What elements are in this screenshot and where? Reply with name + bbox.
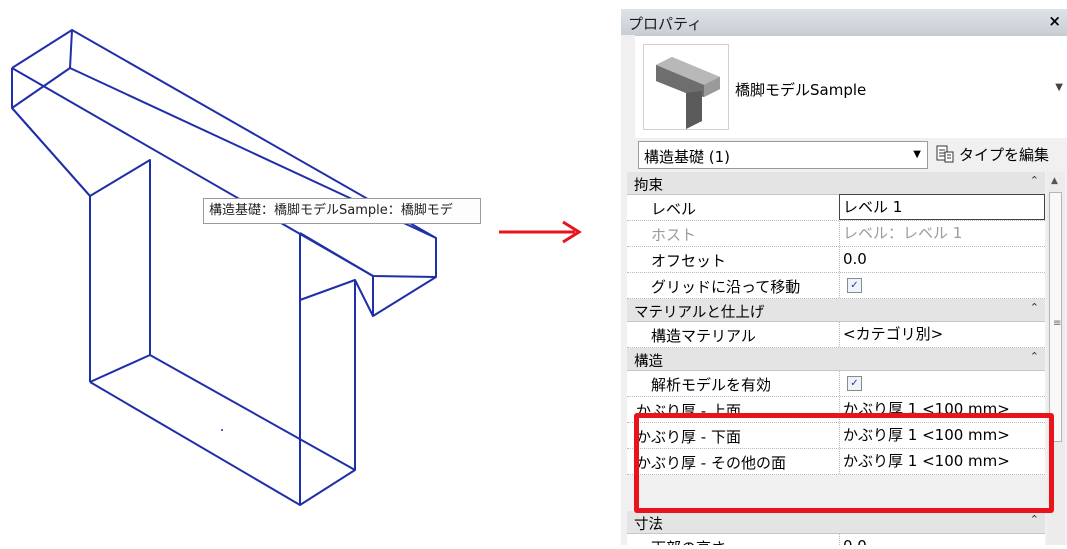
- analytic-cell: ✓: [839, 371, 1045, 396]
- section-materials[interactable]: マテリアルと仕上げ ⌃: [627, 299, 1045, 322]
- grid-move-cell: ✓: [839, 273, 1045, 298]
- material-value-field[interactable]: <カテゴリ別>: [839, 322, 1045, 347]
- instance-filter-value: 構造基礎 (1): [644, 148, 731, 166]
- property-label: ホスト: [651, 226, 697, 244]
- property-label: かぶり厚 - その他の面: [636, 454, 786, 472]
- type-selector[interactable]: 橋脚モデルSample ▼: [635, 35, 1067, 138]
- property-row-grid-move[interactable]: グリッドに沿って移動 ✓: [627, 273, 1045, 299]
- grid-move-checkbox[interactable]: ✓: [847, 278, 862, 293]
- collapse-icon[interactable]: ⌃: [1030, 350, 1039, 363]
- property-row-material[interactable]: 構造マテリアル <カテゴリ別>: [627, 322, 1045, 348]
- property-label: オフセット: [651, 252, 727, 270]
- analytic-checkbox[interactable]: ✓: [847, 376, 862, 391]
- property-label: 下部の高さ: [651, 537, 726, 545]
- close-icon[interactable]: ×: [1048, 12, 1061, 30]
- instance-filter-dropdown[interactable]: 構造基礎 (1) ▼: [638, 141, 928, 169]
- section-constraints[interactable]: 拘束 ⌃: [627, 172, 1045, 195]
- scroll-up-icon[interactable]: ▲: [1051, 176, 1058, 186]
- bottom-height-value-field[interactable]: 0.0: [839, 534, 1045, 545]
- property-row-cover-bottom[interactable]: かぶり厚 - 下面 かぶり厚 1 <100 mm>: [627, 423, 1045, 449]
- section-dimensions[interactable]: 寸法 ⌃: [627, 511, 1045, 534]
- property-row-level[interactable]: レベル レベル 1: [627, 194, 1045, 221]
- section-label: 寸法: [634, 517, 663, 533]
- scroll-thumb[interactable]: ≡: [1049, 192, 1062, 442]
- host-value: レベル：レベル 1: [839, 221, 1045, 246]
- properties-palette: プロパティ × 橋脚モデルSample ▼ 構造基礎 (1) ▼ タイプを編集 …: [621, 9, 1067, 545]
- property-row-cover-other[interactable]: かぶり厚 - その他の面 かぶり厚 1 <100 mm>: [627, 449, 1045, 475]
- edit-type-label: タイプを編集: [959, 146, 1050, 164]
- property-label: レベル: [651, 200, 697, 218]
- cover-bottom-value-field[interactable]: かぶり厚 1 <100 mm>: [839, 423, 1045, 448]
- section-structure[interactable]: 構造 ⌃: [627, 348, 1045, 371]
- level-value-field[interactable]: レベル 1: [839, 194, 1045, 220]
- cover-top-value-field[interactable]: かぶり厚 1 <100 mm>: [839, 397, 1045, 422]
- collapse-icon[interactable]: ⌃: [1030, 174, 1039, 187]
- property-row-bottom-height[interactable]: 下部の高さ 0.0: [627, 534, 1045, 545]
- cover-other-value-field[interactable]: かぶり厚 1 <100 mm>: [839, 449, 1045, 474]
- property-row-host: ホスト レベル：レベル 1: [627, 221, 1045, 247]
- type-thumbnail: [643, 44, 729, 130]
- collapse-icon[interactable]: ⌃: [1030, 513, 1039, 526]
- property-label: 解析モデルを有効: [651, 376, 772, 394]
- palette-title: プロパティ: [628, 15, 703, 33]
- offset-value-field[interactable]: 0.0: [839, 247, 1045, 272]
- property-row-offset[interactable]: オフセット 0.0: [627, 247, 1045, 273]
- chevron-down-icon[interactable]: ▼: [913, 149, 921, 160]
- property-row-cover-top[interactable]: かぶり厚 - 上面 かぶり厚 1 <100 mm>: [627, 397, 1045, 423]
- property-label: かぶり厚 - 上面: [636, 402, 741, 420]
- element-tooltip: 構造基礎：橋脚モデルSample：橋脚モデ: [203, 198, 481, 224]
- section-label: マテリアルと仕上げ: [634, 305, 765, 321]
- edit-type-icon: [936, 145, 954, 163]
- pier-thumbnail-icon: [656, 57, 720, 129]
- model-viewport[interactable]: 構造基礎：橋脚モデルSample：橋脚モデ: [0, 0, 500, 545]
- section-label: 拘束: [634, 178, 663, 194]
- property-label: グリッドに沿って移動: [651, 278, 801, 296]
- type-name: 橋脚モデルSample: [735, 81, 867, 99]
- arrow-right-icon: [499, 220, 582, 244]
- palette-title-bar[interactable]: プロパティ ×: [621, 9, 1067, 35]
- property-label: 構造マテリアル: [651, 327, 756, 345]
- vertical-scrollbar[interactable]: ▲ ≡: [1047, 172, 1065, 545]
- property-label: かぶり厚 - 下面: [636, 428, 741, 446]
- section-label: 構造: [634, 354, 663, 370]
- grip-icon: ≡: [1053, 318, 1062, 329]
- collapse-icon[interactable]: ⌃: [1030, 301, 1039, 314]
- property-row-analytic[interactable]: 解析モデルを有効 ✓: [627, 371, 1045, 397]
- chevron-down-icon[interactable]: ▼: [1055, 82, 1063, 93]
- pier-wireframe: [11, 29, 437, 506]
